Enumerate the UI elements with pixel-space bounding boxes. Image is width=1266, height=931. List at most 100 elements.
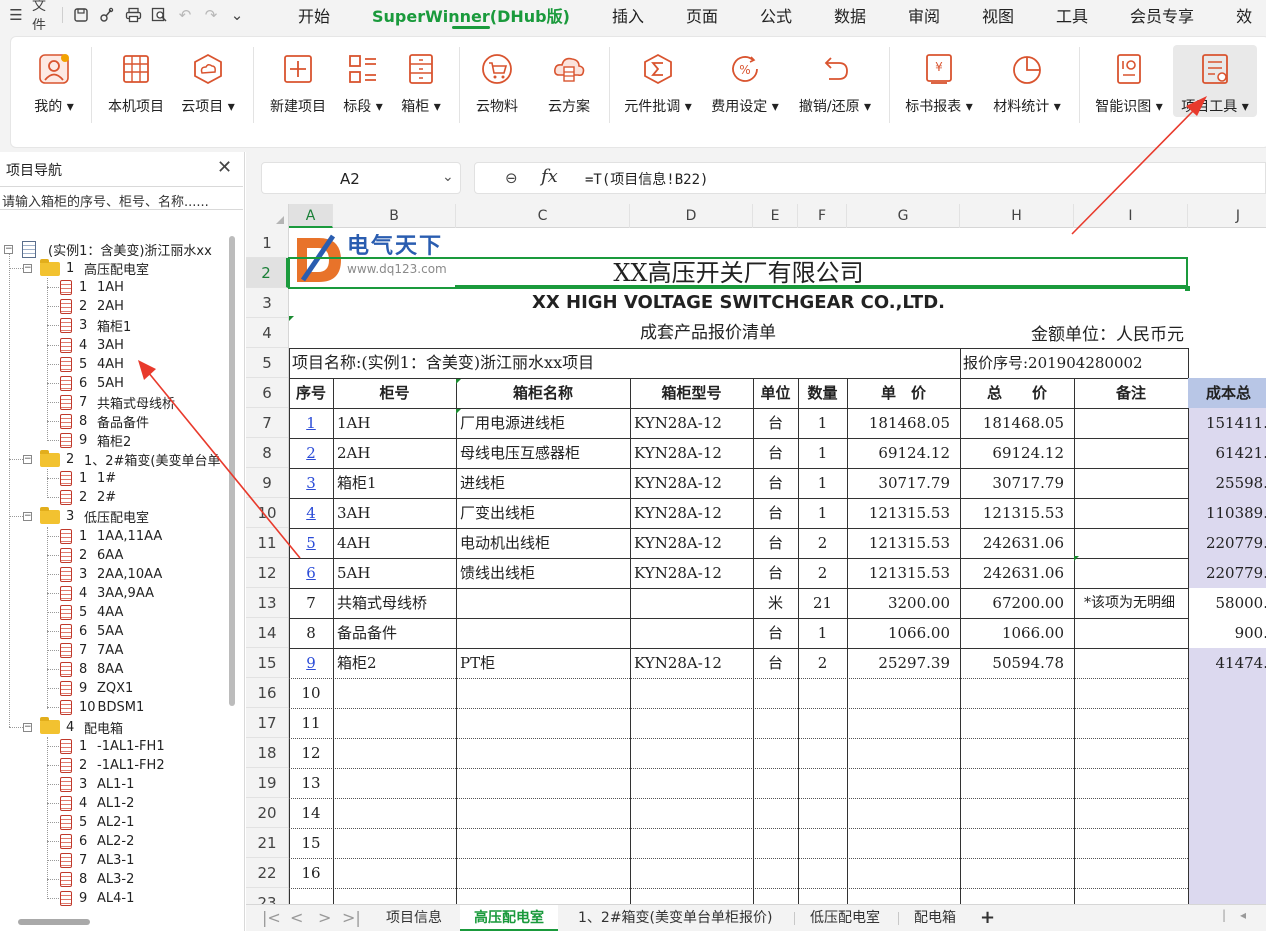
- menu-tab-insert[interactable]: 插入: [591, 0, 665, 30]
- nav-horizontal-scrollbar[interactable]: [18, 919, 90, 925]
- tree-item-cabinet[interactable]: 7 共箱式母线桥: [60, 393, 175, 412]
- menu-tab-formula[interactable]: 公式: [739, 0, 813, 30]
- save-icon[interactable]: [69, 3, 93, 27]
- column-header[interactable]: I: [1074, 204, 1188, 228]
- tab-scroll-left-icon[interactable]: ◂: [1240, 908, 1246, 922]
- column-header[interactable]: F: [798, 204, 847, 228]
- smart-recognition-button[interactable]: 智能识图 ▾: [1089, 45, 1169, 117]
- name-box[interactable]: A2 ⌄: [261, 162, 461, 194]
- first-sheet-icon[interactable]: |<: [262, 908, 281, 927]
- tree-item-cabinet[interactable]: 6 AL2-2: [60, 832, 134, 851]
- menu-tab-member[interactable]: 会员专享: [1109, 0, 1215, 30]
- column-header[interactable]: H: [960, 204, 1074, 228]
- tree-item-cabinet[interactable]: 8 AL3-2: [60, 870, 134, 889]
- prev-sheet-icon[interactable]: <: [290, 908, 303, 927]
- section-button[interactable]: 标段 ▾: [339, 45, 387, 117]
- row-header[interactable]: 5: [246, 348, 288, 378]
- cloud-project-button[interactable]: 云项目 ▾: [177, 45, 239, 117]
- tree-item-cabinet[interactable]: 2 -1AL1-FH2: [60, 756, 165, 775]
- menu-tab-data[interactable]: 数据: [813, 0, 887, 30]
- tree-item-cabinet[interactable]: 8 备品备件: [60, 412, 149, 431]
- tree-root-project[interactable]: (实例1：含美变)浙江丽水xx: [22, 240, 212, 259]
- print-icon[interactable]: [121, 3, 145, 27]
- item-number[interactable]: 1: [289, 408, 333, 438]
- last-sheet-icon[interactable]: >|: [342, 908, 361, 927]
- project-tools-button[interactable]: 项目工具 ▾: [1173, 45, 1257, 117]
- sheet-tab-distribution-box[interactable]: 配电箱: [900, 905, 970, 931]
- item-number[interactable]: 3: [289, 468, 333, 498]
- row-header[interactable]: 16: [246, 678, 288, 708]
- component-batch-button[interactable]: 元件批调 ▾: [619, 45, 697, 117]
- tree-item-cabinet[interactable]: 1 1AH: [60, 278, 124, 297]
- row-header[interactable]: 11: [246, 528, 288, 558]
- column-header[interactable]: A: [289, 204, 333, 228]
- nav-vertical-scrollbar[interactable]: [229, 236, 235, 706]
- tree-item-cabinet[interactable]: 2 6AA: [60, 546, 123, 565]
- file-menu[interactable]: 文件: [30, 0, 54, 34]
- formula-input[interactable]: ⊖ fx =T(项目信息!B22): [474, 162, 1266, 194]
- menu-tab-superwinner[interactable]: SuperWinner(DHub版): [351, 0, 591, 30]
- tree-group[interactable]: 4 配电箱: [40, 717, 123, 737]
- tender-report-button[interactable]: ¥ 标书报表 ▾: [899, 45, 979, 117]
- tree-group[interactable]: 1 高压配电室: [40, 258, 149, 278]
- menu-tab-page[interactable]: 页面: [665, 0, 739, 30]
- tree-group[interactable]: 2 1、2#箱变(美变单台单: [40, 449, 221, 469]
- local-project-button[interactable]: 本机项目: [103, 45, 169, 117]
- tree-item-cabinet[interactable]: 1 -1AL1-FH1: [60, 737, 165, 756]
- nav-search-input[interactable]: 请输入箱柜的序号、柜号、名称......: [0, 186, 243, 210]
- row-header[interactable]: 4: [246, 318, 288, 348]
- row-header[interactable]: 9: [246, 468, 288, 498]
- undo-icon[interactable]: ↶: [173, 3, 197, 27]
- item-number[interactable]: 2: [289, 438, 333, 468]
- collapse-toggle[interactable]: −: [4, 245, 13, 254]
- row-header[interactable]: 15: [246, 648, 288, 678]
- item-number[interactable]: 5: [289, 528, 333, 558]
- tree-item-cabinet[interactable]: 5 4AH: [60, 355, 124, 374]
- row-header[interactable]: 22: [246, 858, 288, 888]
- sheet-tab-lv-room[interactable]: 低压配电室: [796, 905, 894, 931]
- item-number[interactable]: 6: [289, 558, 333, 588]
- sheet-tab-transformer[interactable]: 1、2#箱变(美变单台单柜报价): [564, 905, 786, 931]
- customize-toolbar-icon[interactable]: ⌄: [225, 3, 249, 27]
- row-header[interactable]: 1: [246, 228, 288, 258]
- tree-item-cabinet[interactable]: 10 BDSM1: [60, 698, 144, 717]
- tree-group[interactable]: 3 低压配电室: [40, 506, 149, 526]
- collapse-toggle[interactable]: −: [23, 512, 32, 522]
- sheet-area[interactable]: 电气天下 www.dq123.com XX高压开关厂有限公司 XX HIGH VOLT…: [288, 228, 1266, 904]
- share-icon[interactable]: [95, 3, 119, 27]
- tree-item-cabinet[interactable]: 1 1AA,11AA: [60, 527, 162, 546]
- row-header[interactable]: 21: [246, 828, 288, 858]
- row-header[interactable]: 14: [246, 618, 288, 648]
- row-header[interactable]: 7: [246, 408, 288, 438]
- sheet-tab-hv-room[interactable]: 高压配电室: [460, 905, 558, 931]
- tree-item-cabinet[interactable]: 5 4AA: [60, 603, 123, 622]
- column-header[interactable]: D: [630, 204, 753, 228]
- collapse-toggle[interactable]: −: [23, 722, 32, 732]
- row-header[interactable]: 17: [246, 708, 288, 738]
- menu-tab-efficiency[interactable]: 效: [1215, 0, 1266, 30]
- close-icon[interactable]: ✕: [217, 157, 232, 178]
- tree-item-cabinet[interactable]: 6 5AA: [60, 622, 123, 641]
- tree-item-cabinet[interactable]: 9 箱柜2: [60, 431, 131, 450]
- tree-item-cabinet[interactable]: 9 AL4-1: [60, 889, 134, 908]
- zoom-icon[interactable]: ⊖: [505, 169, 518, 187]
- collapse-toggle[interactable]: −: [23, 455, 32, 465]
- undo-redo-button[interactable]: 撤销/还原 ▾: [793, 45, 877, 117]
- function-icon[interactable]: fx: [541, 166, 558, 187]
- app-menu-icon[interactable]: ☰: [4, 3, 28, 27]
- row-header[interactable]: 23: [246, 888, 288, 904]
- menu-tab-view[interactable]: 视图: [961, 0, 1035, 30]
- redo-icon[interactable]: ↷: [199, 3, 223, 27]
- tree-item-cabinet[interactable]: 3 2AA,10AA: [60, 565, 162, 584]
- cabinet-button[interactable]: 箱柜 ▾: [397, 45, 445, 117]
- tree-item-cabinet[interactable]: 4 3AH: [60, 336, 124, 355]
- row-header[interactable]: 6: [246, 378, 288, 408]
- tree-item-cabinet[interactable]: 6 5AH: [60, 374, 124, 393]
- add-sheet-button[interactable]: +: [966, 905, 1009, 931]
- column-header[interactable]: B: [333, 204, 456, 228]
- tree-item-cabinet[interactable]: 2 2#: [60, 488, 116, 507]
- tree-item-cabinet[interactable]: 2 2AH: [60, 297, 124, 316]
- row-header[interactable]: 18: [246, 738, 288, 768]
- cloud-plan-button[interactable]: 云方案: [541, 45, 597, 117]
- row-header[interactable]: 2: [246, 258, 288, 288]
